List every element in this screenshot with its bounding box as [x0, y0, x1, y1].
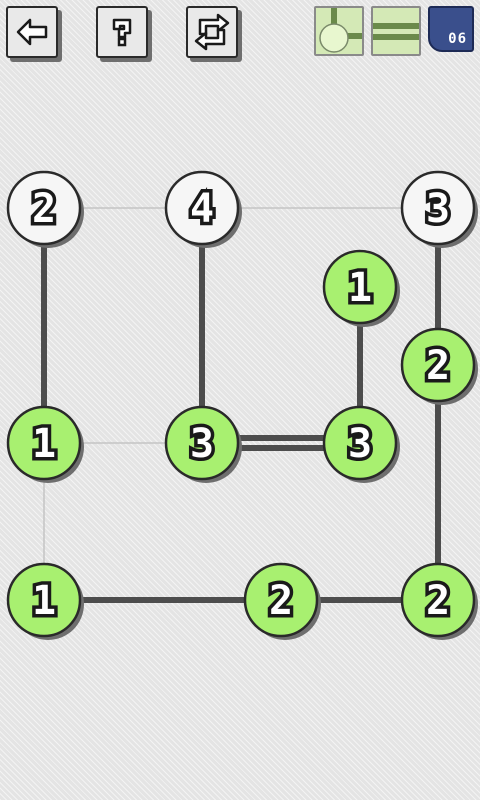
island-number: 4: [190, 186, 214, 232]
island-number: 2: [426, 578, 450, 624]
island-node-a[interactable]: 2: [6, 170, 84, 248]
island-node-e[interactable]: 2: [400, 327, 478, 405]
island-node-g[interactable]: 3: [164, 405, 242, 483]
puzzle-board: 2 4 3 1 2 1 3 3 1 2 2: [6, 170, 478, 640]
island-number: 2: [426, 343, 450, 389]
island-number: 1: [32, 578, 56, 624]
island-node-b[interactable]: 4: [164, 170, 242, 248]
island-number: 2: [32, 186, 56, 232]
island-node-h[interactable]: 3: [322, 405, 400, 483]
island-number: 3: [426, 186, 450, 232]
island-node-i[interactable]: 1: [6, 562, 84, 640]
island-node-f[interactable]: 1: [6, 405, 84, 483]
island-number: 1: [32, 421, 56, 467]
island-node-c[interactable]: 3: [400, 170, 478, 248]
island-number: 2: [269, 578, 293, 624]
island-number: 3: [190, 421, 214, 467]
island-node-k[interactable]: 2: [400, 562, 478, 640]
island-number: 1: [348, 265, 372, 311]
island-number: 3: [348, 421, 372, 467]
island-node-d[interactable]: 1: [322, 249, 400, 327]
island-node-j[interactable]: 2: [243, 562, 321, 640]
